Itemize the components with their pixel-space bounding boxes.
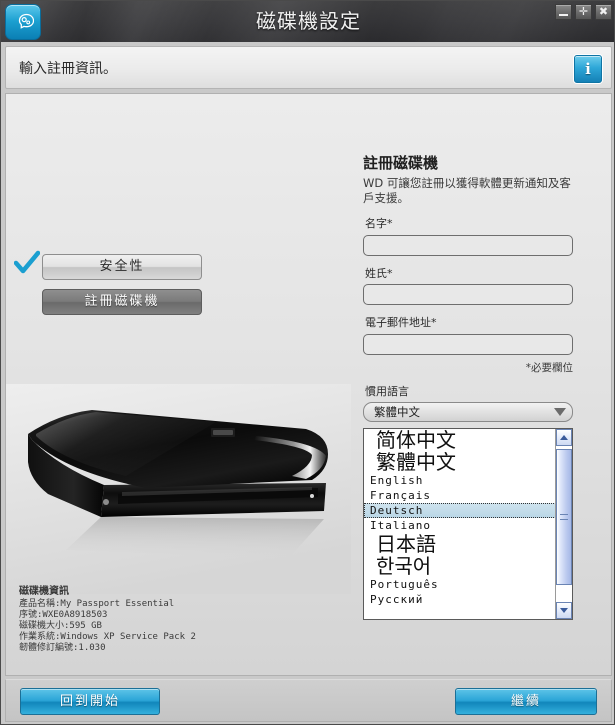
registration-panel: 註冊磁碟機 WD 可讓您註冊以獲得軟體更新通知及客戶支援。 名字* 姓氏* 電子… — [363, 152, 581, 620]
step-button-security[interactable]: 安全性 — [42, 254, 202, 280]
scroll-up-button[interactable] — [556, 428, 572, 446]
language-combobox[interactable]: 繁體中文 — [363, 401, 573, 422]
language-label: 慣用語言 — [365, 384, 409, 398]
window-controls: ✛ ✖ — [555, 4, 612, 20]
scrollbar-thumb[interactable] — [556, 448, 572, 585]
drive-info-line: 產品名稱:My Passport Essential — [19, 599, 175, 609]
last-name-input[interactable] — [363, 284, 573, 305]
drive-info-line: 韌體修訂編號:1.030 — [19, 643, 106, 653]
scrollbar-track[interactable] — [556, 445, 572, 602]
step-button-register-drive[interactable]: 註冊磁碟機 — [42, 289, 202, 315]
chevron-down-icon — [560, 607, 568, 613]
drive-image — [6, 384, 351, 594]
list-item[interactable]: Italiano — [364, 518, 556, 533]
back-to-start-button[interactable]: 回到開始 — [20, 688, 160, 715]
checkmark-icon — [14, 250, 40, 274]
list-item[interactable]: 한국어 — [364, 555, 556, 577]
first-name-label: 名字* — [365, 217, 393, 230]
registration-title: 註冊磁碟機 — [363, 154, 439, 172]
footer-bar: 回到開始 繼續 — [5, 679, 612, 722]
chevron-up-icon — [560, 434, 568, 440]
window-title: 磁碟機設定 — [256, 9, 361, 33]
minimize-button[interactable] — [555, 4, 572, 20]
drive-info-block: 磁碟機資訊 產品名稱:My Passport Essential 序號:WXE0… — [19, 586, 339, 654]
list-item-selected[interactable]: Deutsch — [364, 502, 556, 518]
email-label: 電子郵件地址* — [365, 316, 437, 329]
email-input[interactable] — [363, 333, 573, 355]
language-listbox[interactable]: 简体中文 繁體中文 English Français Deutsch Itali… — [363, 427, 573, 620]
list-item[interactable]: Français — [364, 488, 556, 503]
instruction-bar: 輸入註冊資訊。 i — [5, 46, 612, 89]
chevron-down-icon — [554, 407, 566, 416]
language-selected-value: 繁體中文 — [374, 404, 420, 419]
drive-info-line: 序號:WXE0A8918503 — [19, 610, 108, 620]
scrollbar-grip-icon — [560, 513, 568, 520]
instruction-text: 輸入註冊資訊。 — [19, 61, 117, 77]
last-name-label: 姓氏* — [365, 266, 393, 280]
registration-description: WD 可讓您註冊以獲得軟體更新通知及客戶支援。 — [363, 176, 571, 205]
required-fields-note: *必要欄位 — [525, 361, 573, 374]
list-item[interactable]: 繁體中文 — [364, 451, 556, 473]
list-item[interactable]: 日本語 — [364, 533, 556, 555]
info-icon[interactable]: i — [574, 55, 602, 83]
maximize-button[interactable]: ✛ — [575, 4, 592, 20]
close-button[interactable]: ✖ — [595, 4, 612, 20]
drive-info-line: 作業系統:Windows XP Service Pack 2 — [19, 632, 196, 642]
drive-setup-window: 磁碟機設定 ✛ ✖ 輸入註冊資訊。 i 安全性 註冊磁碟機 磁碟機資訊 產品名稱… — [0, 0, 615, 725]
drive-info-line: 磁碟機大小:595 GB — [19, 621, 102, 631]
title-bar: 磁碟機設定 ✛ ✖ — [1, 1, 614, 42]
list-item[interactable]: 简体中文 — [364, 429, 556, 451]
scroll-down-button[interactable] — [556, 601, 572, 619]
continue-button[interactable]: 繼續 — [455, 688, 597, 715]
main-content: 安全性 註冊磁碟機 磁碟機資訊 產品名稱:My Passport Essenti… — [5, 93, 612, 676]
first-name-input[interactable] — [363, 234, 573, 256]
list-item[interactable]: Русский — [364, 592, 556, 607]
drive-info-title: 磁碟機資訊 — [19, 586, 69, 597]
list-item[interactable]: Português — [364, 577, 556, 592]
list-item[interactable]: English — [364, 473, 556, 488]
listbox-scrollbar[interactable] — [555, 428, 572, 619]
